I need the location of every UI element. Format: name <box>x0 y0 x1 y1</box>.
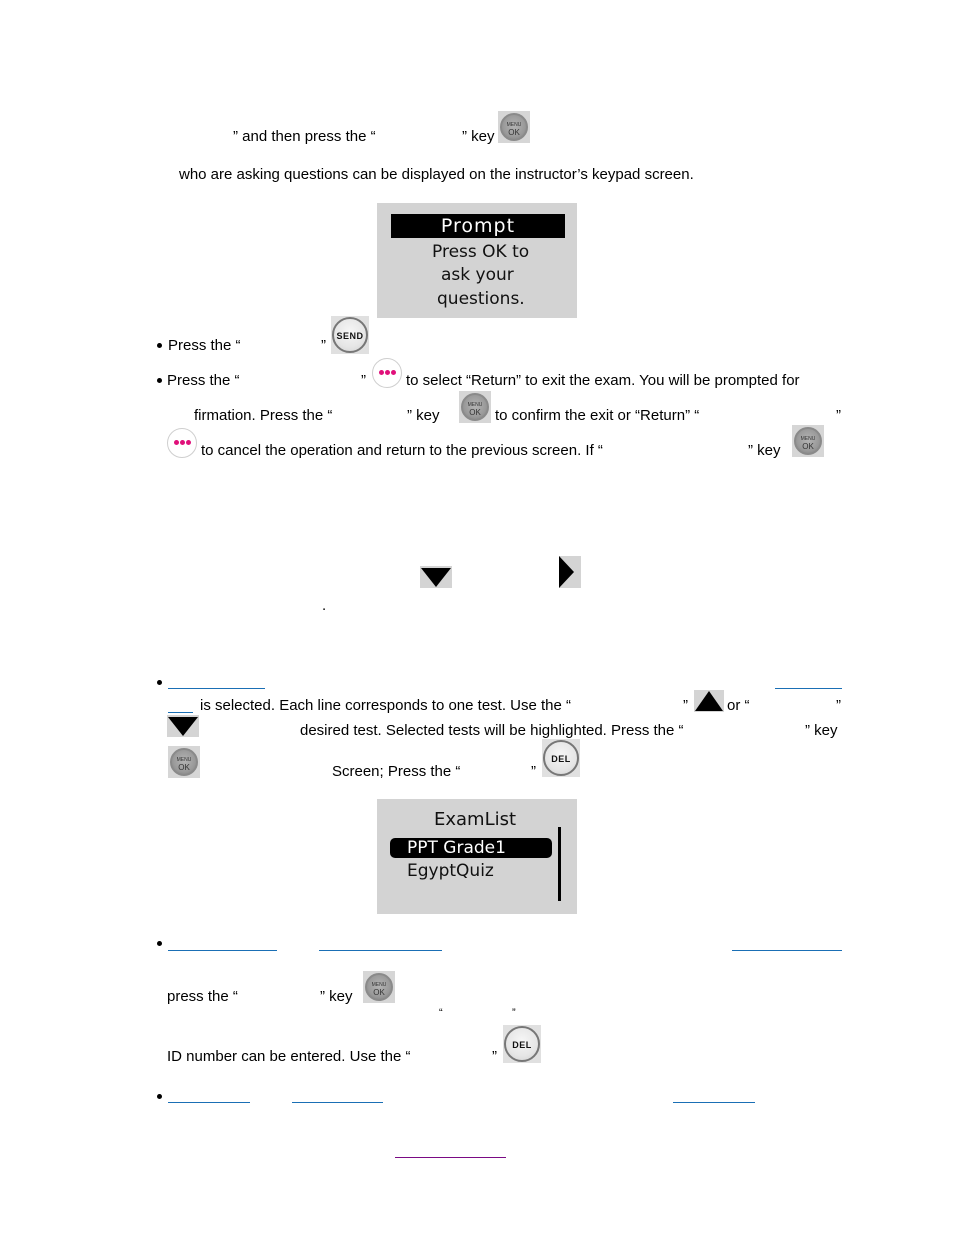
instruction-text: Press the “ <box>168 337 241 354</box>
down-arrow-icon <box>420 566 452 588</box>
examlist-title: ExamList <box>434 809 517 830</box>
bullet <box>157 1094 162 1099</box>
instruction-text: ” key <box>748 442 781 459</box>
instruction-text: Screen; Press the “ <box>332 763 461 780</box>
hyperlink[interactable] <box>732 950 842 951</box>
instruction-text: ” key <box>805 722 838 739</box>
instruction-text: press the “ <box>167 988 238 1005</box>
instruction-text: ” key <box>462 128 495 145</box>
key-label: OK <box>469 408 481 417</box>
prompt-title: Prompt <box>440 215 516 237</box>
hyperlink[interactable] <box>673 1102 755 1103</box>
visited-hyperlink[interactable] <box>395 1157 506 1158</box>
hyperlink[interactable] <box>168 950 277 951</box>
instruction-text: firmation. Press the “ <box>194 407 333 424</box>
instruction-text: ” <box>321 337 326 354</box>
bullet <box>157 680 162 685</box>
prompt-line: Press OK to <box>432 242 530 262</box>
instruction-text: to cancel the operation and return to th… <box>201 442 603 459</box>
instruction-text: or “ <box>727 697 750 714</box>
key-label: DEL <box>551 754 571 764</box>
quote-mark: ” <box>512 1007 516 1019</box>
key-label: SEND <box>336 331 364 341</box>
period-text: . <box>322 597 327 614</box>
instruction-text: ” and then press the “ <box>233 128 376 145</box>
menu-ok-key-icon: MENU OK <box>168 746 200 778</box>
menu-ok-key-icon: MENU OK <box>792 425 824 457</box>
instruction-text: ” key <box>407 407 440 424</box>
instruction-text: ” <box>531 763 536 780</box>
scrollbar <box>558 827 561 901</box>
more-dots-key-icon <box>167 428 197 458</box>
hyperlink[interactable] <box>775 688 842 689</box>
instruction-text: ” <box>492 1048 497 1065</box>
instruction-text: to select “Return” to exit the exam. You… <box>406 372 800 389</box>
bullet <box>157 378 162 383</box>
key-label: OK <box>178 763 190 772</box>
down-arrow-icon <box>167 715 199 737</box>
more-dots-key-icon <box>372 358 402 388</box>
del-key-icon: DEL <box>503 1025 541 1063</box>
hyperlink[interactable] <box>168 1102 250 1103</box>
prompt-screen-image: Prompt Press OK to ask your questions. <box>377 203 577 318</box>
exam-item: EgyptQuiz <box>407 861 494 881</box>
prompt-line: questions. <box>437 289 525 309</box>
bullet <box>157 941 162 946</box>
menu-ok-key-icon: MENU OK <box>459 391 491 423</box>
exam-item: PPT Grade1 <box>407 838 506 858</box>
hyperlink[interactable] <box>168 688 265 689</box>
instruction-text: ” <box>683 697 688 714</box>
quote-mark: “ <box>439 1007 443 1019</box>
key-label: DEL <box>512 1040 532 1050</box>
instruction-text: who are asking questions can be displaye… <box>179 166 694 183</box>
key-label: OK <box>802 442 814 451</box>
instruction-text: ID number can be entered. Use the “ <box>167 1048 411 1065</box>
instruction-text: ” <box>836 697 841 714</box>
prompt-line: ask your <box>441 265 514 285</box>
hyperlink[interactable] <box>292 1102 383 1103</box>
examlist-screen-image: ExamList PPT Grade1 EgyptQuiz <box>377 799 577 914</box>
instruction-text: ” <box>836 407 841 424</box>
instruction-text: ” <box>361 372 366 389</box>
menu-ok-key-icon: MENU OK <box>498 111 530 143</box>
menu-ok-key-icon: MENU OK <box>363 971 395 1003</box>
del-key-icon: DEL <box>542 739 580 777</box>
hyperlink[interactable] <box>168 712 193 713</box>
send-key-icon: SEND <box>331 316 369 354</box>
up-arrow-icon <box>694 690 724 712</box>
key-label: OK <box>508 128 520 137</box>
instruction-text: is selected. Each line corresponds to on… <box>200 697 572 714</box>
right-arrow-icon <box>559 556 581 588</box>
hyperlink[interactable] <box>319 950 442 951</box>
bullet <box>157 343 162 348</box>
instruction-text: desired test. Selected tests will be hig… <box>300 722 684 739</box>
key-label: OK <box>373 988 385 997</box>
instruction-text: to confirm the exit or “Return” “ <box>495 407 700 424</box>
instruction-text: Press the “ <box>167 372 240 389</box>
instruction-text: ” key <box>320 988 353 1005</box>
